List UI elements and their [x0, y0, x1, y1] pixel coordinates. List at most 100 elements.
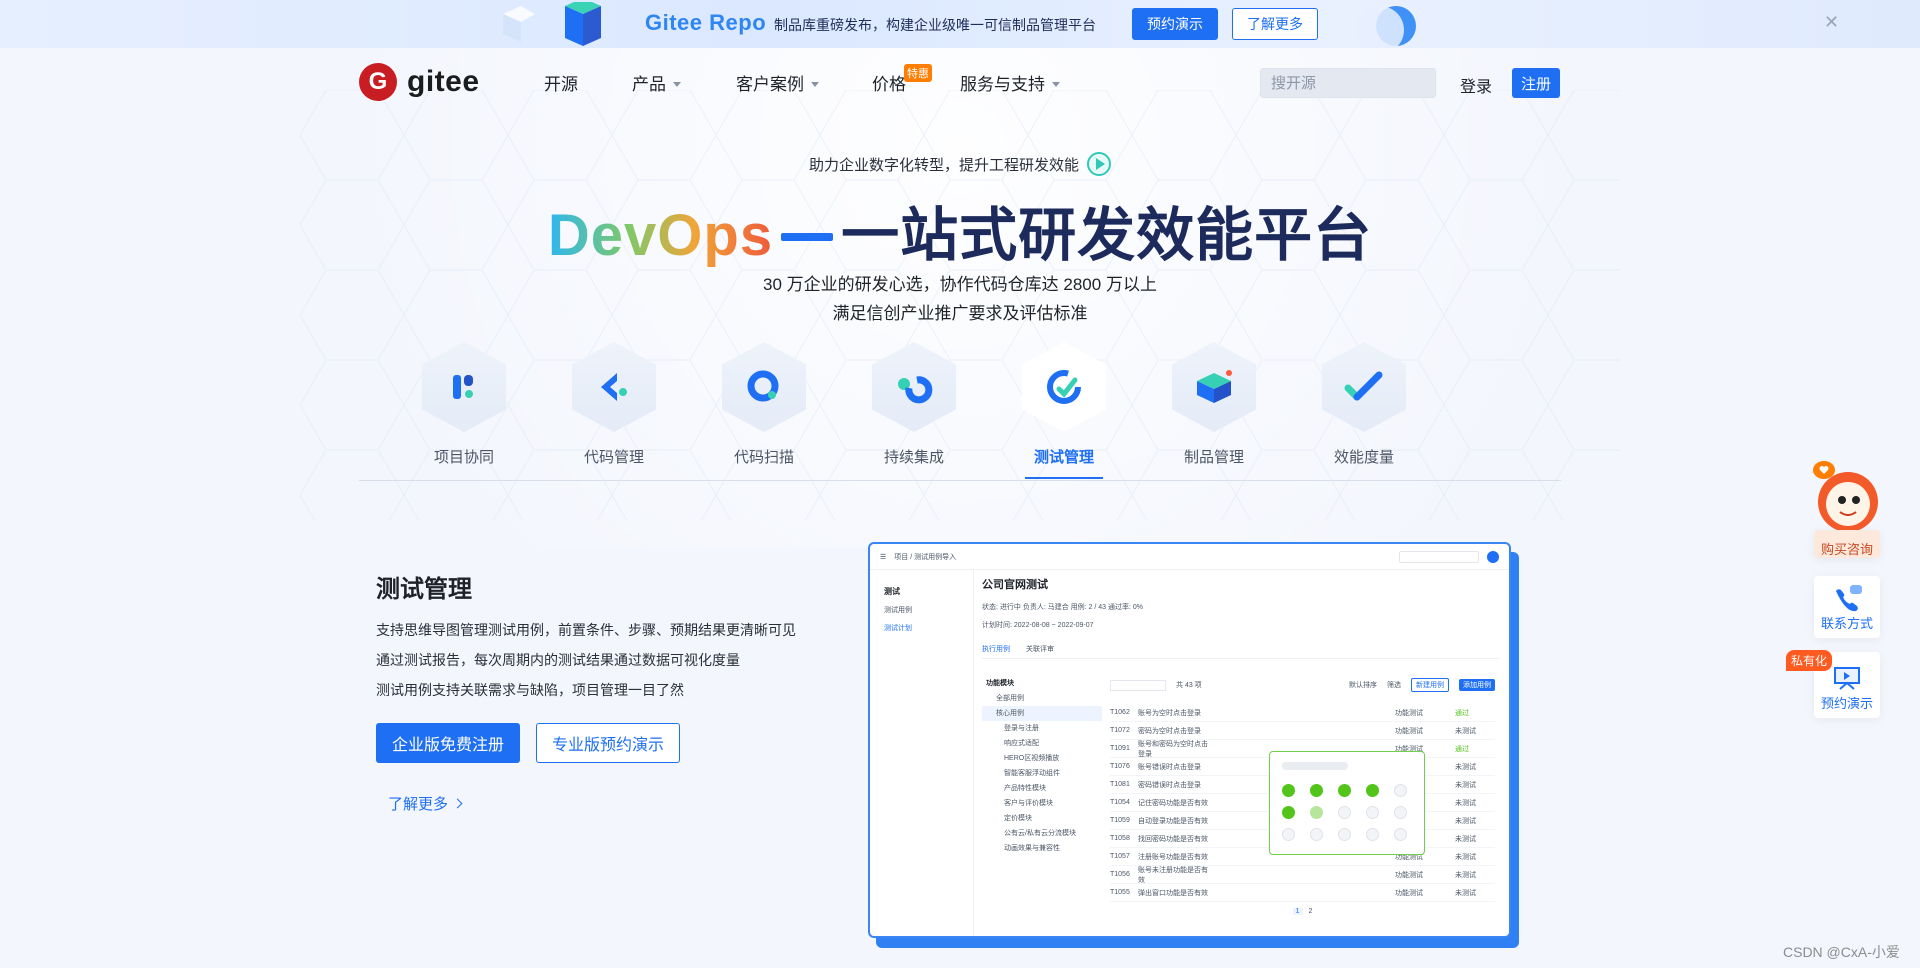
hero-tagline: 助力企业数字化转型，提升工程研发效能 — [0, 152, 1920, 176]
private-badge: 私有化 — [1786, 650, 1833, 671]
chevron-down-icon — [1052, 81, 1060, 87]
screenshot-tabs: 执行用例 关联评审 — [982, 644, 1499, 659]
learn-more-label: 了解更多 — [388, 796, 449, 813]
screenshot-sidebar: 测试 测试用例 测试计划 — [870, 570, 974, 936]
screenshot-side-item: 测试计划 — [884, 625, 912, 632]
screenshot-breadcrumb: 项目 / 测试用例导入 — [894, 553, 957, 561]
nav-item-support[interactable]: 服务与支持 — [960, 70, 1060, 95]
buy-consult-label: 购买咨询 — [1814, 530, 1880, 558]
table-search — [1110, 679, 1166, 691]
tab-scan[interactable]: 代码扫描 — [709, 342, 819, 467]
sphere-decoration-icon — [1356, 6, 1416, 48]
mascot-icon — [1813, 461, 1878, 530]
pricing-badge: 特惠 — [904, 64, 932, 82]
scan-icon — [747, 370, 779, 402]
tree-item: 客户与评价模块 — [1004, 800, 1053, 807]
gitee-logo[interactable]: G gitee — [359, 63, 480, 101]
tree-item: 产品特性模块 — [1004, 785, 1046, 792]
buy-consult-widget[interactable]: 购买咨询 — [1813, 458, 1882, 558]
hero-title-devops: DevOps — [547, 203, 774, 268]
screenshot-meta: 状态: 进行中 负责人: 马建合 用例: 2 / 43 通过率: 0% — [982, 604, 1144, 611]
watermark: CSDN @CxA-小爱 — [1783, 944, 1900, 960]
page-number: 2 — [1308, 908, 1313, 915]
page-number: 1 — [1292, 908, 1303, 915]
project-icon — [453, 375, 473, 399]
announcement-banner: Gitee Repo 制品库重磅发布，构建企业级唯一可信制品管理平台 预约演示 … — [0, 0, 1920, 48]
tree-item: 响应式适配 — [1004, 740, 1039, 747]
tree-item: 核心用例 — [982, 706, 1102, 721]
hero-subtitle-1: 30 万企业的研发心选，协作代码仓库达 2800 万以上 — [763, 275, 1157, 294]
tabs-divider — [359, 480, 1561, 481]
tab-metrics[interactable]: 效能度量 — [1309, 342, 1419, 467]
product-tabs: 项目协同 代码管理 代码扫描 持续集成 测试管理 制品管理 效能度量 — [359, 342, 1561, 482]
register-button[interactable]: 注册 — [1512, 68, 1560, 98]
result-grid-card — [1269, 751, 1425, 855]
nav-item-label: 客户案例 — [736, 75, 804, 94]
table-row: T1062 账号为空时点击登录 功能测试 通过 — [1110, 704, 1495, 722]
learn-more-link[interactable]: 了解更多 — [388, 793, 463, 814]
nav-item-label: 产品 — [632, 75, 666, 94]
tab-code[interactable]: 代码管理 — [559, 342, 669, 467]
tab-ci[interactable]: 持续集成 — [859, 342, 969, 467]
pagination: 1 2 — [1110, 908, 1495, 915]
tab-label: 代码管理 — [583, 449, 644, 466]
artifact-icon — [1197, 370, 1232, 403]
table-row: T1056 账号未注册功能是否有效 功能测试 未测试 — [1110, 866, 1495, 884]
enterprise-register-button[interactable]: 企业版免费注册 — [376, 723, 520, 763]
table-row: T1072 密码为空时点击登录 功能测试 未测试 — [1110, 722, 1495, 740]
screenshot-plan-title: 公司官网测试 — [982, 579, 1048, 591]
active-tab-indicator — [1025, 477, 1103, 479]
nav-item-label: 价格 — [872, 75, 906, 94]
new-case-button: 新建用例 — [1411, 678, 1449, 692]
hero-subtitle-2: 满足信创产业推广要求及评估标准 — [832, 304, 1088, 323]
tab-project[interactable]: 项目协同 — [409, 342, 519, 467]
pro-demo-button[interactable]: 专业版预约演示 — [536, 723, 680, 763]
tree-item: 定价模块 — [1004, 815, 1032, 822]
phone-icon — [1836, 585, 1862, 612]
tree-title: 功能模块 — [986, 680, 1014, 687]
presentation-icon — [1834, 667, 1860, 690]
add-case-button: 添加用例 — [1459, 679, 1495, 691]
login-link[interactable]: 登录 — [1460, 73, 1492, 97]
table-filter: 筛选 — [1387, 682, 1401, 689]
screenshot-tab: 执行用例 — [982, 646, 1010, 653]
table-row: T1055 弹出窗口功能是否有效 功能测试 未测试 — [1110, 884, 1495, 902]
close-icon[interactable]: ✕ — [1824, 12, 1839, 33]
product-screenshot: ☰ 项目 / 测试用例导入 测试 测试用例 测试计划 公司官网测试 状态: 进行… — [868, 542, 1511, 938]
table-sort: 默认排序 — [1349, 682, 1377, 689]
section-title: 测试管理 — [376, 576, 472, 603]
tree-item: 智能客服浮动组件 — [1004, 770, 1060, 777]
ci-icon — [898, 376, 933, 404]
search-input[interactable] — [1260, 68, 1436, 98]
nav-item-label: 开源 — [544, 75, 578, 94]
tab-label: 测试管理 — [1033, 449, 1094, 466]
hero-title: DevOps 一站式研发效能平台 — [0, 188, 1920, 272]
screenshot-tab: 关联评审 — [1026, 646, 1054, 653]
chevron-right-icon — [452, 798, 463, 809]
chevron-down-icon — [811, 81, 819, 87]
screenshot-side-item: 测试用例 — [884, 607, 912, 614]
nav-item-products[interactable]: 产品 — [632, 70, 681, 95]
feature-item: 通过测试报告，每次周期内的测试结果通过数据可视化度量 — [376, 652, 740, 668]
avatar — [1487, 550, 1499, 563]
nav-item-open-source[interactable]: 开源 — [544, 70, 578, 95]
screenshot-topbar: ☰ 项目 / 测试用例导入 — [870, 544, 1509, 570]
screenshot-side-title: 测试 — [884, 587, 900, 596]
logo-text: gitee — [407, 65, 480, 98]
nav-item-pricing[interactable]: 价格 — [872, 70, 906, 95]
banner-learn-more-button[interactable]: 了解更多 — [1232, 8, 1318, 40]
demo-label: 预约演示 — [1820, 696, 1873, 711]
tab-label: 制品管理 — [1183, 449, 1244, 466]
contact-label: 联系方式 — [1820, 616, 1873, 631]
banner-demo-button[interactable]: 预约演示 — [1132, 8, 1218, 40]
tab-artifact[interactable]: 制品管理 — [1159, 342, 1269, 467]
nav-item-cases[interactable]: 客户案例 — [736, 70, 819, 95]
contact-widget[interactable]: 联系方式 — [1814, 576, 1880, 638]
tab-test[interactable]: 测试管理 — [1009, 342, 1119, 467]
chevron-down-icon — [673, 81, 681, 87]
tab-label: 代码扫描 — [733, 449, 794, 466]
play-icon[interactable] — [1087, 152, 1111, 176]
test-icon — [1047, 370, 1081, 404]
tree-item: 全部用例 — [996, 695, 1024, 702]
tree-item: HERO区视频播放 — [1004, 755, 1060, 762]
